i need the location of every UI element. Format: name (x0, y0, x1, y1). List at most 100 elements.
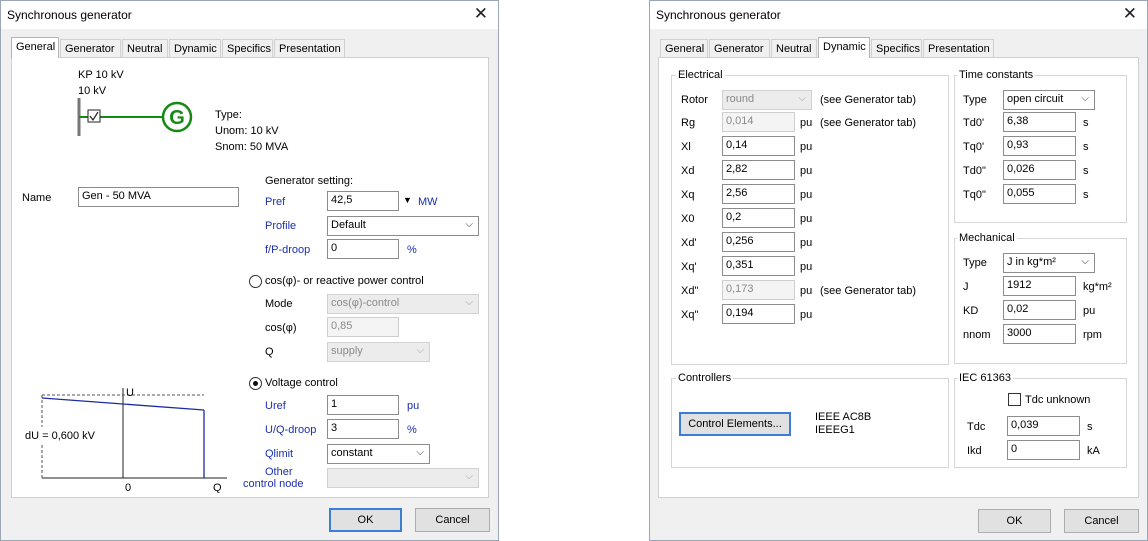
mechanical-param-input[interactable]: 1912 (1003, 276, 1076, 296)
type-label: Type: (215, 109, 242, 121)
dialog-title: Synchronous generator (7, 8, 132, 22)
electrical-heading: Electrical (676, 69, 725, 81)
cancel-button[interactable]: Cancel (1064, 509, 1139, 533)
uref-unit: pu (407, 400, 420, 412)
qu-droop-chart: U Q 0 dU = 0,600 kV (24, 387, 227, 493)
electrical-param-input[interactable]: 0,2 (722, 208, 795, 228)
rotor-select-value: round (726, 93, 755, 105)
time-constant-input[interactable]: 6,38 (1003, 112, 1076, 132)
electrical-param-input[interactable]: 2,56 (722, 184, 795, 204)
electrical-param-input[interactable]: 0,14 (722, 136, 795, 156)
cancel-button[interactable]: Cancel (415, 508, 490, 532)
electrical-param-input[interactable]: 0,173 (722, 280, 795, 300)
name-label: Name (22, 192, 52, 204)
fp-droop-input[interactable]: 0 (327, 239, 399, 259)
ok-button[interactable]: OK (329, 508, 402, 532)
electrical-param-input[interactable]: 0,194 (722, 304, 795, 324)
tab-generator[interactable]: Generator (709, 39, 770, 58)
name-input[interactable]: Gen - 50 MVA (78, 187, 239, 207)
tab-general[interactable]: General (660, 39, 708, 58)
profile-select[interactable]: Default ⌵ (327, 216, 479, 236)
pref-label: Pref (265, 196, 286, 208)
tab-specifics[interactable]: Specifics (871, 39, 922, 58)
controller-item-1: IEEE AC8B (815, 411, 872, 423)
mode-label: Mode (265, 298, 293, 310)
tdc-unknown-checkbox[interactable] (1008, 393, 1021, 406)
voltage-control-label: Voltage control (265, 377, 338, 389)
generator-diagram[interactable]: G (72, 96, 202, 140)
electrical-param-unit: pu (800, 309, 813, 321)
mechanical-param-unit: kg*m² (1083, 281, 1112, 293)
time-constant-input[interactable]: 0,055 (1003, 184, 1076, 204)
fp-droop-unit: % (407, 244, 417, 256)
tab-general[interactable]: General (11, 37, 59, 58)
time-constant-unit: s (1083, 165, 1089, 177)
pref-input[interactable]: 42,5 (327, 191, 399, 211)
time-constant-input[interactable]: 0,026 (1003, 160, 1076, 180)
tab-neutral[interactable]: Neutral (122, 39, 168, 58)
voltage-control-radio[interactable] (249, 377, 262, 390)
tab-generator[interactable]: Generator (60, 39, 121, 58)
ikd-label: Ikd (967, 445, 982, 457)
mechanical-param-unit: rpm (1083, 329, 1102, 341)
electrical-param-label: Xq' (681, 261, 697, 273)
tdc-input[interactable]: 0,039 (1007, 416, 1080, 436)
electrical-param-input[interactable]: 0,256 (722, 232, 795, 252)
fp-droop-label: f/P-droop (265, 244, 311, 256)
tab-presentation[interactable]: Presentation (923, 39, 994, 58)
mode-select[interactable]: cos(φ)-control ⌵ (327, 294, 479, 314)
chevron-down-icon: ⌵ (465, 297, 473, 308)
time-constant-label: Td0" (963, 165, 986, 177)
q-label: Q (265, 346, 274, 358)
electrical-param-input[interactable]: 0,351 (722, 256, 795, 276)
time-constant-label: Tq0" (963, 189, 986, 201)
cos-control-radio[interactable] (249, 275, 262, 288)
tc-type-select[interactable]: open circuit ⌵ (1003, 90, 1095, 110)
q-select-value: supply (331, 345, 363, 357)
tab-presentation[interactable]: Presentation (274, 39, 345, 58)
tab-dynamic[interactable]: Dynamic (169, 39, 221, 58)
close-icon[interactable]: ✕ (474, 5, 488, 22)
other-control-node-select[interactable]: ⌵ (327, 468, 479, 488)
chevron-down-icon: ⌵ (798, 93, 806, 104)
qlimit-select[interactable]: constant ⌵ (327, 444, 430, 464)
tab-neutral[interactable]: Neutral (771, 39, 817, 58)
du-label: dU = 0,600 kV (25, 430, 96, 442)
unom-label: Unom: 10 kV (215, 125, 279, 137)
zero-label: 0 (125, 482, 131, 493)
profile-label: Profile (265, 220, 297, 232)
uq-droop-unit: % (407, 424, 417, 436)
cos-phi-input[interactable]: 0,85 (327, 317, 399, 337)
q-select[interactable]: supply ⌵ (327, 342, 430, 362)
tab-dynamic[interactable]: Dynamic (818, 37, 870, 58)
mechanical-param-unit: pu (1083, 305, 1096, 317)
qlimit-label: Qlimit (265, 448, 294, 460)
mechanical-param-input[interactable]: 0,02 (1003, 300, 1076, 320)
uref-input[interactable]: 1 (327, 395, 399, 415)
tdc-label: Tdc (967, 421, 986, 433)
electrical-param-unit: pu (800, 237, 813, 249)
synchronous-generator-dialog-dynamic: Synchronous generator ✕ General Generato… (649, 0, 1148, 541)
mechanical-param-label: KD (963, 305, 979, 317)
time-constant-input[interactable]: 0,93 (1003, 136, 1076, 156)
tab-specifics[interactable]: Specifics (222, 39, 273, 58)
electrical-param-input[interactable]: 0,014 (722, 112, 795, 132)
uq-droop-input[interactable]: 3 (327, 419, 399, 439)
ok-button[interactable]: OK (978, 509, 1051, 533)
rotor-select[interactable]: round ⌵ (722, 90, 812, 110)
mechanical-param-input[interactable]: 3000 (1003, 324, 1076, 344)
ikd-input[interactable]: 0 (1007, 440, 1080, 460)
mechanical-heading: Mechanical (957, 232, 1017, 244)
electrical-param-input[interactable]: 2,82 (722, 160, 795, 180)
tdc-unit: s (1087, 421, 1093, 433)
chevron-down-icon: ⌵ (1081, 93, 1089, 104)
mech-type-select[interactable]: J in kg*m² ⌵ (1003, 253, 1095, 273)
tc-type-value: open circuit (1007, 93, 1064, 105)
close-icon[interactable]: ✕ (1123, 5, 1137, 22)
mechanical-param-label: J (963, 281, 969, 293)
cos-phi-label: cos(φ) (265, 322, 297, 334)
control-elements-button[interactable]: Control Elements... (679, 412, 791, 436)
chevron-down-icon: ⌵ (465, 471, 473, 482)
pref-dropdown-arrow-icon[interactable]: ▼ (403, 195, 412, 205)
chevron-down-icon: ⌵ (416, 447, 424, 458)
